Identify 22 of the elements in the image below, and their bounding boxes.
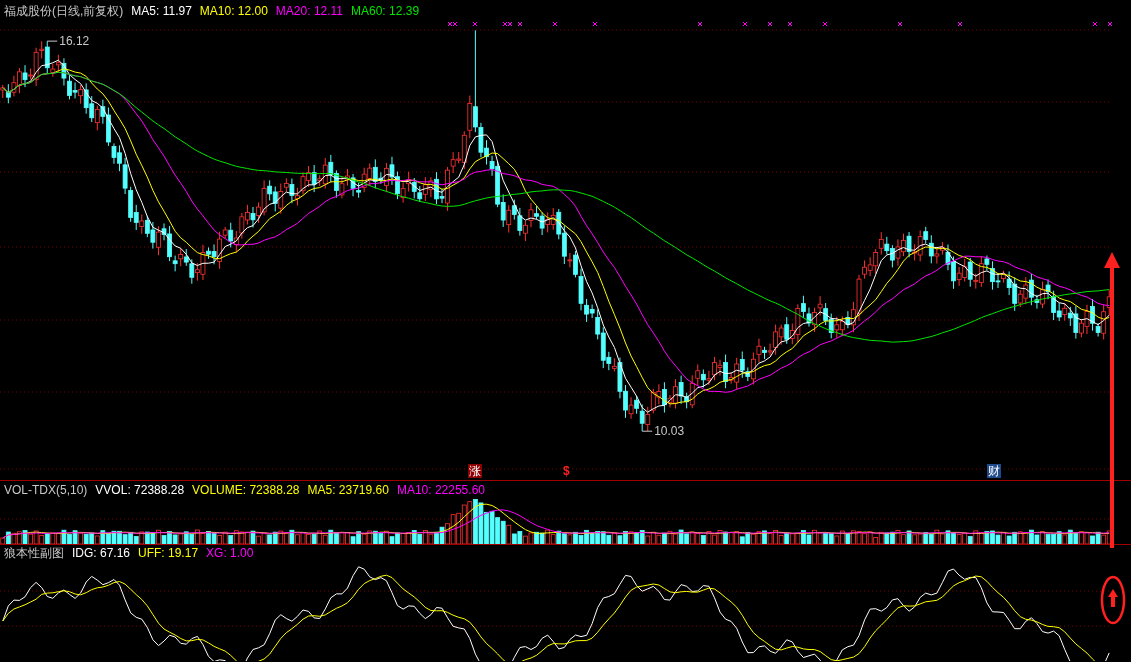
leader-line [46,40,58,42]
indicator-value: MA5: 11.97 [131,3,192,20]
panel-title: 福成股份(日线,前复权) [4,3,124,20]
indicator-value: MA20: 12.11 [275,3,343,20]
event-tag[interactable]: 财 [987,464,1001,478]
indicator-value: VOLUME: 72388.28 [192,482,300,499]
indicator-value: XG: 1.00 [206,545,254,562]
indicator-value: MA60: 12.39 [351,3,420,20]
indicator-value: VVOL: 72388.28 [95,482,185,499]
event-tag[interactable]: 涨 [468,464,482,478]
signal-marker[interactable]: $ [563,464,570,478]
low-price-label: 10.03 [654,424,685,439]
indicator-value: UFF: 19.17 [138,545,199,562]
leader-line [641,430,653,432]
panel-title: 狼本性副图 [4,545,64,562]
indicator-value: MA10: 12.00 [199,3,268,20]
indicator-value: MA10: 22255.60 [396,482,485,499]
highlight-ellipse [1100,575,1126,625]
high-price-label: 16.12 [59,34,90,49]
indicator-value: MA5: 23719.60 [307,482,389,499]
indicator-value: IDG: 67.16 [72,545,131,562]
panel-title: VOL-TDX(5,10) [4,482,88,499]
